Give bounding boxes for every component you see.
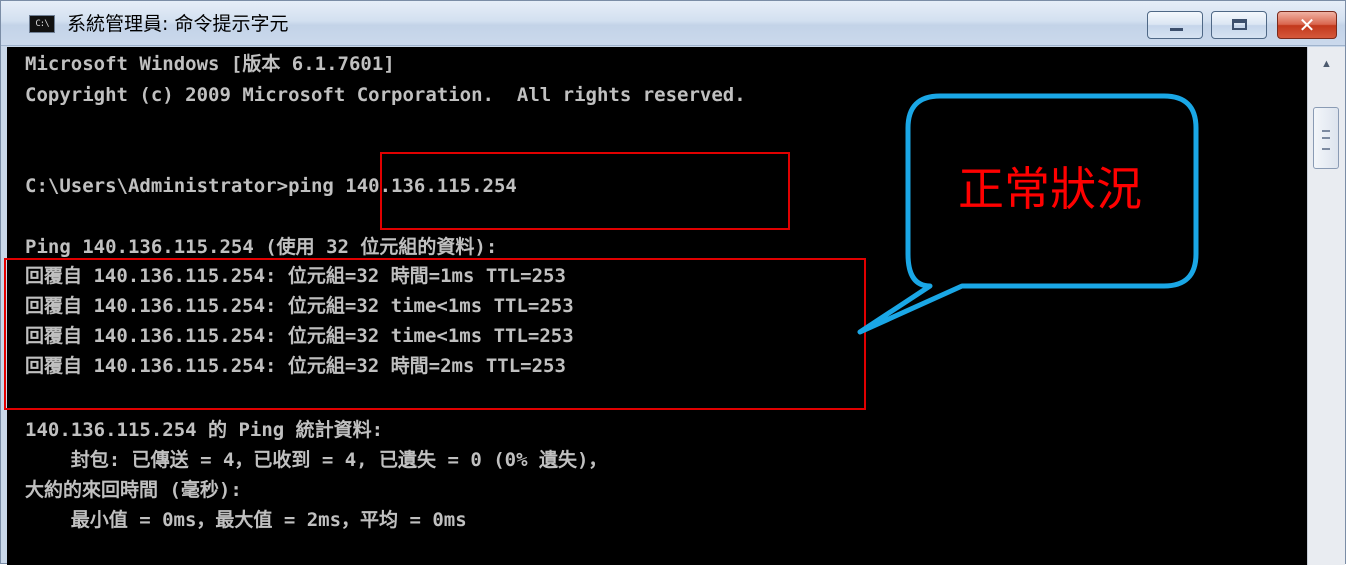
command-highlight-box xyxy=(380,152,790,230)
console-line-stats-header: 140.136.115.254 的 Ping 統計資料: xyxy=(25,419,384,441)
minimize-button[interactable] xyxy=(1147,11,1203,39)
callout-label: 正常狀況 xyxy=(958,162,1142,216)
maximize-button[interactable] xyxy=(1211,11,1267,39)
title-bar[interactable]: C:\ 系統管理員: 命令提示字元 ✕ xyxy=(1,1,1345,46)
maximize-icon xyxy=(1232,19,1247,30)
cmd-icon[interactable]: C:\ xyxy=(29,15,55,33)
close-icon: ✕ xyxy=(1298,13,1316,37)
console-line-version: Microsoft Windows [版本 6.1.7601] xyxy=(25,53,395,75)
vertical-scrollbar[interactable]: ▲ xyxy=(1307,47,1345,565)
minimize-icon xyxy=(1170,28,1183,31)
window-title: 系統管理員: 命令提示字元 xyxy=(67,13,289,35)
scroll-up-arrow-icon[interactable]: ▲ xyxy=(1308,47,1345,81)
close-button[interactable]: ✕ xyxy=(1277,11,1337,39)
scroll-thumb[interactable] xyxy=(1313,107,1339,169)
console-line-rtt-values: 最小值 = 0ms，最大值 = 2ms，平均 = 0ms xyxy=(25,509,467,531)
grip-icon xyxy=(1322,130,1330,150)
console-line-packets: 封包: 已傳送 = 4，已收到 = 4, 已遺失 = 0 (0% 遺失)， xyxy=(25,449,608,471)
console-line-copyright: Copyright (c) 2009 Microsoft Corporation… xyxy=(25,84,746,106)
console-line-rtt-header: 大約的來回時間 (毫秒): xyxy=(25,479,242,501)
reply-highlight-box xyxy=(4,258,866,410)
